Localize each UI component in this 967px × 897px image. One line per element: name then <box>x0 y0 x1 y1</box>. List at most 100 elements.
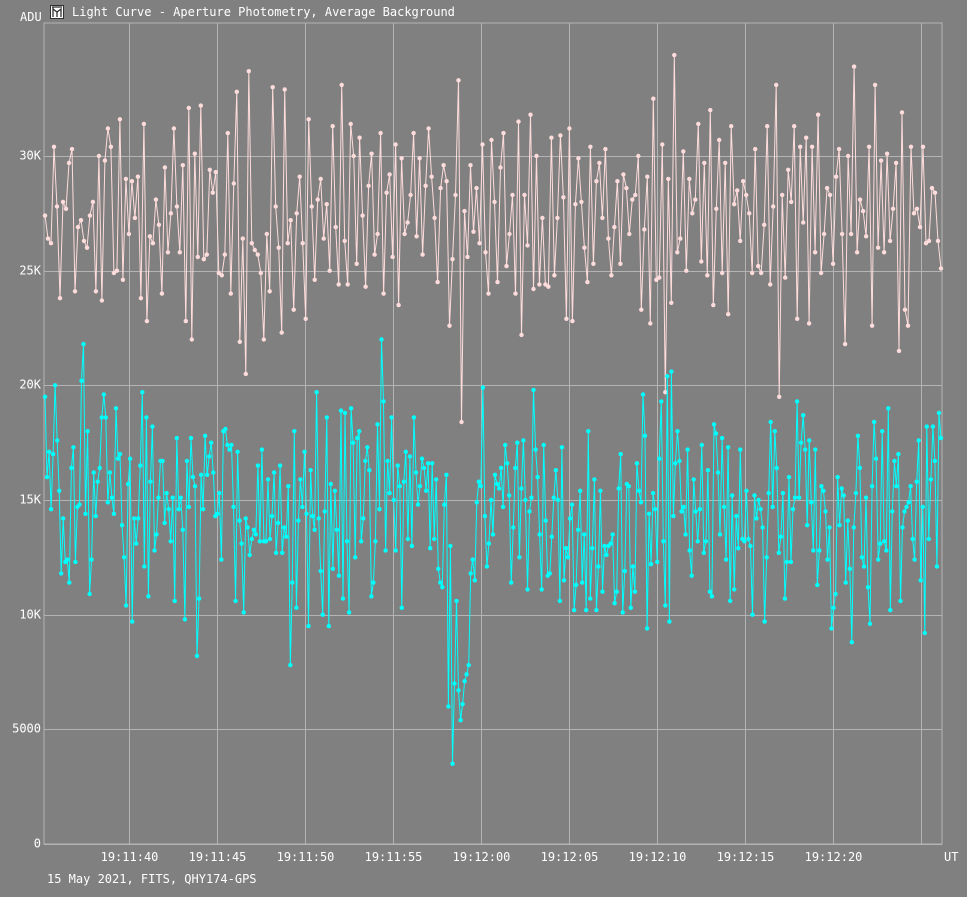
data-point <box>851 525 856 530</box>
data-point <box>926 238 932 244</box>
data-point <box>306 117 311 122</box>
data-point <box>809 144 815 149</box>
data-point <box>174 435 179 441</box>
data-point <box>55 438 60 443</box>
data-point <box>650 490 656 496</box>
data-point <box>275 520 281 526</box>
data-point <box>588 596 593 601</box>
data-point <box>783 275 788 280</box>
data-point <box>103 415 109 420</box>
data-point <box>330 566 336 571</box>
data-point <box>564 316 569 321</box>
data-point <box>645 174 650 179</box>
data-point <box>880 429 885 434</box>
data-point <box>762 222 767 227</box>
data-point <box>129 179 135 184</box>
data-point <box>869 323 875 328</box>
data-point <box>363 284 368 289</box>
data-point <box>411 130 416 136</box>
data-point <box>200 507 206 512</box>
data-point <box>69 465 74 471</box>
data-point <box>348 121 353 127</box>
data-point <box>886 406 891 411</box>
data-point <box>366 183 371 188</box>
data-point <box>648 562 654 567</box>
data-point <box>575 527 581 532</box>
data-point <box>543 518 548 523</box>
data-point <box>934 564 940 569</box>
data-point <box>99 298 105 303</box>
data-point <box>198 472 204 477</box>
data-point <box>225 442 230 448</box>
y-tick-label: 10K <box>19 608 41 622</box>
data-point <box>57 296 63 301</box>
data-point <box>841 493 846 498</box>
data-point <box>899 110 905 115</box>
data-point <box>434 477 439 482</box>
plot-frame <box>43 22 943 845</box>
data-point <box>687 548 692 553</box>
data-point <box>186 105 191 111</box>
data-point <box>717 532 723 537</box>
series-line-comparison <box>44 55 942 423</box>
data-point <box>586 429 591 434</box>
data-point <box>156 495 161 500</box>
data-point <box>136 516 141 521</box>
data-point <box>859 555 865 560</box>
data-point <box>282 87 287 92</box>
data-point <box>772 429 777 434</box>
data-point <box>732 587 737 592</box>
data-point <box>666 176 671 182</box>
data-point <box>249 241 254 246</box>
data-point <box>297 174 302 179</box>
data-point <box>415 502 421 507</box>
data-point <box>482 513 488 519</box>
data-point <box>908 144 914 149</box>
data-point <box>93 513 98 519</box>
data-point <box>705 468 711 473</box>
data-point <box>147 234 153 239</box>
data-point <box>736 546 741 551</box>
series-layer <box>42 52 944 766</box>
data-point <box>618 261 623 266</box>
data-point <box>465 254 470 260</box>
data-point <box>796 495 802 500</box>
data-point <box>468 163 473 168</box>
data-point <box>630 564 636 569</box>
y-tick-label: 5000 <box>12 722 41 736</box>
data-point <box>399 605 404 610</box>
data-point <box>267 536 273 542</box>
data-point <box>801 220 806 225</box>
data-point <box>180 527 185 532</box>
data-point <box>117 451 123 457</box>
data-point <box>291 307 296 312</box>
data-point <box>263 539 269 544</box>
data-point <box>405 536 411 542</box>
data-point <box>685 447 690 452</box>
data-point <box>720 270 725 276</box>
data-point <box>875 245 881 250</box>
data-point <box>152 548 157 553</box>
data-point <box>177 250 182 255</box>
data-point <box>726 312 731 317</box>
data-point <box>729 124 734 129</box>
x-tick-label: 19:12:10 <box>629 850 687 864</box>
data-point <box>365 445 370 450</box>
data-point <box>444 179 449 184</box>
data-point <box>904 504 909 510</box>
data-point <box>624 185 629 191</box>
data-point <box>917 224 923 230</box>
data-point <box>95 479 100 484</box>
data-point <box>805 523 810 528</box>
data-point <box>636 153 641 159</box>
data-point <box>164 490 169 496</box>
data-point <box>168 211 174 216</box>
data-point <box>552 273 557 278</box>
data-point <box>417 156 422 161</box>
data-point <box>876 557 881 562</box>
data-point <box>135 174 141 179</box>
data-point <box>48 507 54 512</box>
data-point <box>160 458 165 464</box>
data-point <box>711 422 717 427</box>
data-point <box>768 282 773 287</box>
